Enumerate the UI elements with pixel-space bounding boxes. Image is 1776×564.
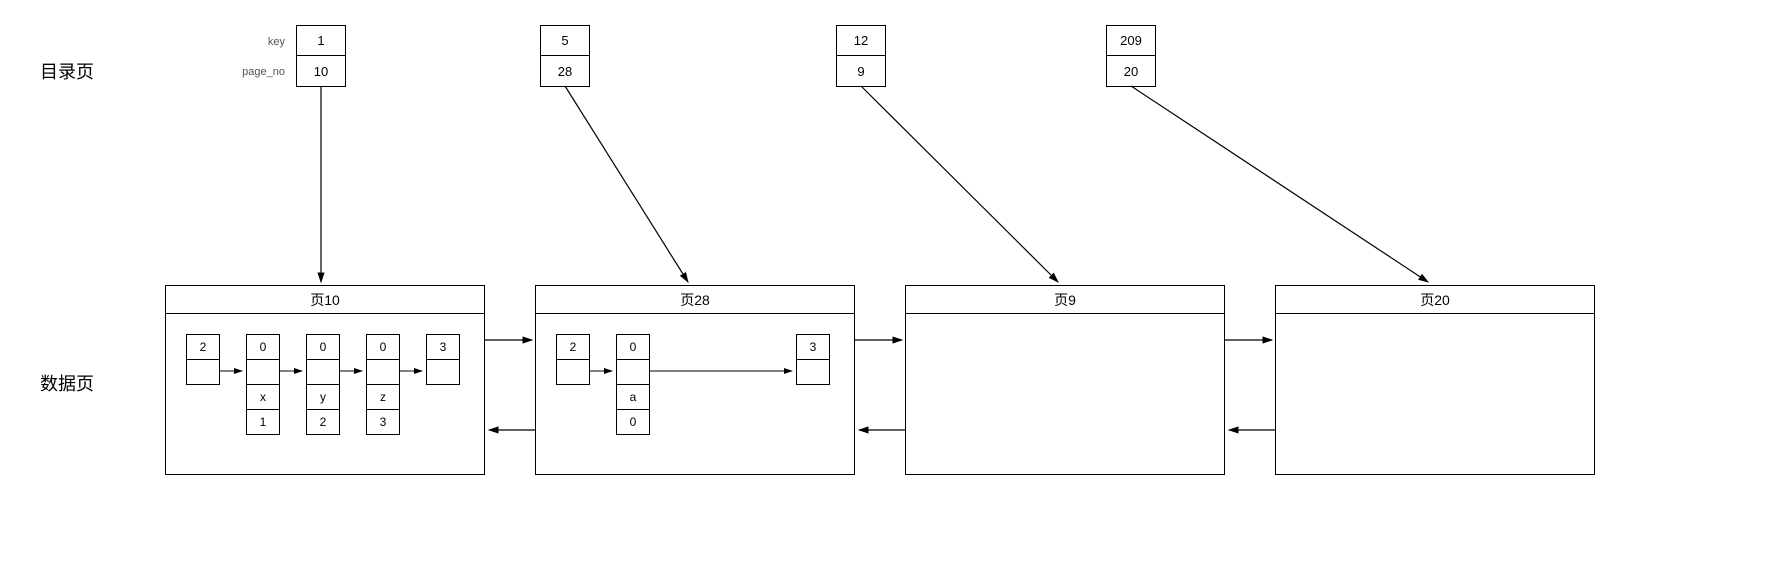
directory-row-label: 目录页 — [40, 58, 94, 84]
dir-page-no: 20 — [1107, 56, 1155, 86]
record-col: 3 — [426, 334, 460, 385]
cell: 0 — [306, 334, 340, 360]
record-col: 0 y 2 — [306, 334, 340, 435]
cell: 3 — [426, 334, 460, 360]
directory-entry-3: 209 20 — [1106, 25, 1156, 87]
directory-entry-0: 1 10 — [296, 25, 346, 87]
dir-key: 5 — [541, 26, 589, 56]
cell — [306, 359, 340, 385]
data-page-3: 页20 — [1275, 285, 1595, 475]
record-col: 0 a 0 — [616, 334, 650, 435]
cell — [616, 359, 650, 385]
cell: 3 — [366, 409, 400, 435]
cell: x — [246, 384, 280, 410]
arrow-dir-to-page — [861, 86, 1058, 282]
cell: 1 — [246, 409, 280, 435]
directory-entry-2: 12 9 — [836, 25, 886, 87]
data-page-2: 页9 — [905, 285, 1225, 475]
data-page-title: 页9 — [906, 286, 1224, 314]
cell: 0 — [246, 334, 280, 360]
cell: 3 — [796, 334, 830, 360]
data-page-title: 页20 — [1276, 286, 1594, 314]
record-col: 3 — [796, 334, 830, 385]
directory-entry-1: 5 28 — [540, 25, 590, 87]
cell: 2 — [306, 409, 340, 435]
key-field-label: key — [235, 36, 285, 48]
dir-page-no: 10 — [297, 56, 345, 86]
data-page-title: 页28 — [536, 286, 854, 314]
cell: a — [616, 384, 650, 410]
cell: 0 — [366, 334, 400, 360]
arrows-layer — [0, 0, 1776, 564]
dir-key: 209 — [1107, 26, 1155, 56]
record-col: 0 z 3 — [366, 334, 400, 435]
record-col: 2 — [186, 334, 220, 385]
cell — [556, 359, 590, 385]
dir-key: 12 — [837, 26, 885, 56]
arrow-dir-to-page — [1131, 86, 1428, 282]
page-no-field-label: page_no — [235, 66, 285, 78]
dir-page-no: 9 — [837, 56, 885, 86]
cell: y — [306, 384, 340, 410]
cell — [426, 359, 460, 385]
cell: z — [366, 384, 400, 410]
cell: 0 — [616, 409, 650, 435]
cell: 2 — [556, 334, 590, 360]
cell — [366, 359, 400, 385]
record-col: 2 — [556, 334, 590, 385]
data-page-title: 页10 — [166, 286, 484, 314]
arrow-dir-to-page — [565, 86, 688, 282]
data-page-0: 页10 2 0 x 1 0 y 2 0 z 3 3 — [165, 285, 485, 475]
cell — [186, 359, 220, 385]
cell — [796, 359, 830, 385]
cell — [246, 359, 280, 385]
data-page-1: 页28 2 0 a 0 3 — [535, 285, 855, 475]
cell: 2 — [186, 334, 220, 360]
dir-key: 1 — [297, 26, 345, 56]
data-row-label: 数据页 — [40, 370, 94, 396]
record-col: 0 x 1 — [246, 334, 280, 435]
cell: 0 — [616, 334, 650, 360]
dir-page-no: 28 — [541, 56, 589, 86]
